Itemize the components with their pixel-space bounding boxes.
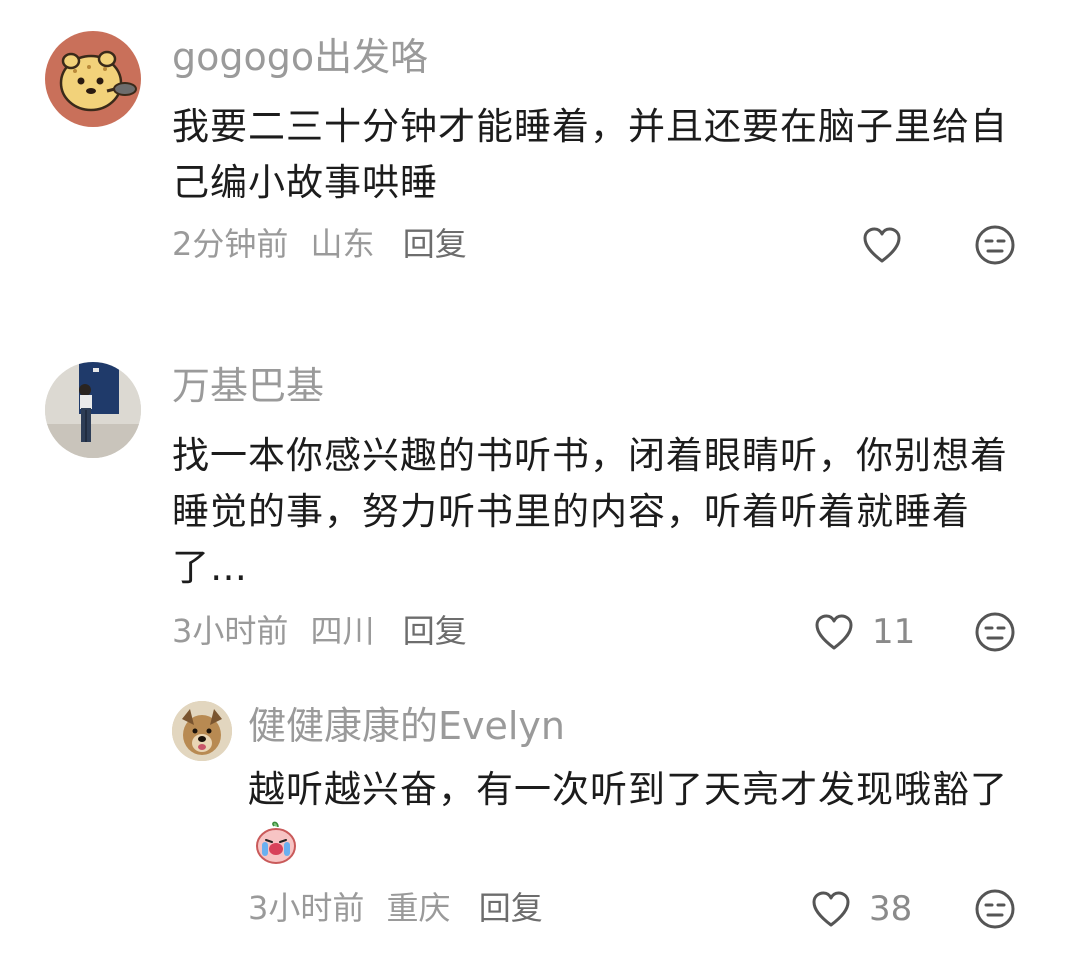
like-button[interactable]: 38 [811,887,912,931]
heart-outline-icon [815,614,853,650]
unamused-face-icon [975,225,1015,265]
username[interactable]: 万基巴基 [172,364,324,408]
avatar[interactable] [172,701,232,761]
reply-button[interactable]: 回复 [403,612,467,650]
comment-time: 3小时前 [248,889,365,927]
comment-location: 山东 [310,225,375,263]
like-count: 38 [869,889,913,929]
unamused-face-icon [975,612,1015,652]
comment-item: gogogo出发咯 我要二三十分钟才能睡着，并且还要在脑子里给自己编小故事哄睡 … [0,0,1079,300]
like-button[interactable]: 11 [814,610,915,654]
comment-time: 3小时前 [172,612,289,650]
dislike-button[interactable] [974,224,1016,266]
like-count: 11 [872,612,916,652]
heart-outline-icon [812,891,850,927]
comment-item: 万基巴基 找一本你感兴趣的书听书，闭着眼睛听，你别想着睡觉的事，努力听书里的内容… [0,340,1079,680]
reply-item: 健健康康的Evelyn 越听越兴奋，有一次听到了天亮才发现哦豁了 3小时前 重庆… [0,690,1079,974]
username[interactable]: 健健康康的Evelyn [248,704,565,748]
reply-button[interactable]: 回复 [479,889,543,927]
dislike-button[interactable] [974,611,1016,653]
dislike-button[interactable] [974,888,1016,930]
comment-text: 越听越兴奋，有一次听到了天亮才发现哦豁了 [248,762,1028,882]
comment-text: 我要二三十分钟才能睡着，并且还要在脑子里给自己编小故事哄睡 [172,105,1008,204]
heart-outline-icon [863,227,901,263]
avatar[interactable] [45,31,141,127]
comment-location: 重庆 [386,889,451,927]
unamused-face-icon [975,889,1015,929]
comment-meta: 3小时前 重庆 回复 [248,888,543,928]
like-button[interactable] [862,223,902,267]
reply-text: 越听越兴奋，有一次听到了天亮才发现哦豁了 [248,768,1008,811]
reply-button[interactable]: 回复 [403,225,467,263]
crying-peach-sticker [252,818,300,882]
comment-time: 2分钟前 [172,225,289,263]
avatar[interactable] [45,362,141,458]
comment-meta: 3小时前 四川 回复 [172,611,467,651]
username[interactable]: gogogo出发咯 [172,35,428,79]
comment-meta: 2分钟前 山东 回复 [172,224,467,264]
comment-text: 找一本你感兴趣的书听书，闭着眼睛听，你别想着睡觉的事，努力听书里的内容，听着听着… [172,434,1008,589]
comment-location: 四川 [310,612,375,650]
